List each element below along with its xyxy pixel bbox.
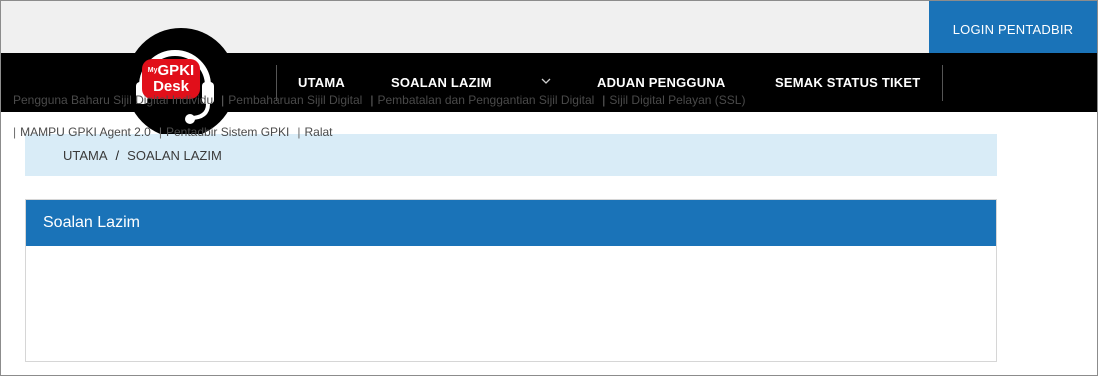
link-separator: |	[297, 125, 301, 139]
link-separator: |	[602, 93, 606, 107]
faq-link-revocation[interactable]: Pembatalan dan Penggantian Sijil Digital	[377, 93, 594, 107]
faq-link-renewal[interactable]: Pembaharuan Sijil Digital	[228, 93, 362, 107]
faq-panel: Soalan Lazim	[25, 199, 997, 362]
faq-link-admin[interactable]: Pentadbir Sistem GPKI	[166, 125, 289, 139]
faq-link-ssl[interactable]: Sijil Digital Pelayan (SSL)	[609, 93, 745, 107]
breadcrumb-separator: /	[115, 147, 120, 163]
link-separator: |	[221, 93, 225, 107]
link-separator: |	[370, 93, 374, 107]
breadcrumb-home-link[interactable]: UTAMA	[63, 148, 108, 163]
logo-prefix: My	[147, 67, 158, 74]
breadcrumb-current: SOALAN LAZIM	[127, 147, 222, 163]
faq-links: Pengguna Baharu Sijil Digital Individu | P…	[13, 84, 953, 148]
faq-link-agent[interactable]: MAMPU GPKI Agent 2.0	[20, 125, 151, 139]
faq-link-error[interactable]: Ralat	[305, 125, 333, 139]
link-separator: |	[158, 125, 162, 139]
login-admin-button[interactable]: LOGIN PENTADBIR	[929, 1, 1097, 53]
panel-title: Soalan Lazim	[26, 200, 996, 246]
faq-link-new-user[interactable]: Pengguna Baharu Sijil Digital Individu	[13, 93, 213, 107]
logo-line1: GPKI	[157, 62, 195, 79]
link-separator: |	[13, 125, 17, 139]
